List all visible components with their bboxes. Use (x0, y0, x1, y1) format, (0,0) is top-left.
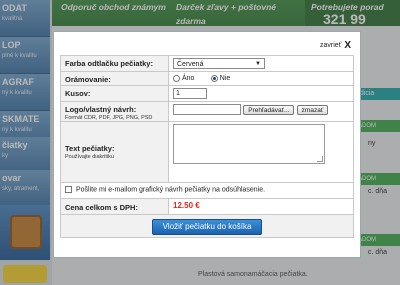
logo-formats-hint: Formát CDR, PDF, JPG, PNG, PSD (65, 115, 153, 121)
actions-cell: Vložiť pečiatku do košíka (60, 214, 354, 238)
email-proof-label: Pošlite mi e-mailom grafický návrh pečia… (76, 186, 266, 194)
frame-field-cell: Áno Nie (168, 71, 354, 86)
total-price: 12.50 € (173, 201, 200, 210)
stamp-text-textarea[interactable] (173, 124, 325, 164)
add-to-cart-button[interactable]: Vložiť pečiatku do košíka (151, 219, 263, 235)
quantity-field-cell: 1 (168, 85, 354, 102)
stamp-form: Farba odtlačku pečiatky: Červená ▼ Orámo… (60, 55, 354, 238)
frame-yes-radio[interactable] (173, 75, 180, 83)
close-icon: X (344, 40, 351, 51)
frame-no-label: Nie (219, 75, 231, 83)
logo-field-cell: Prehľadávať... zmazať (168, 101, 354, 122)
text-field-cell (168, 121, 354, 183)
color-select-value: Červená (177, 61, 204, 68)
logo-label: Logo/vlastný návrh: (65, 105, 137, 114)
close-label: zavrieť (320, 42, 342, 49)
total-label: Cena celkom s DPH: (60, 198, 169, 215)
text-label-cell: Text pečiatky: Používajte diakritiku (60, 121, 169, 183)
frame-no-radio[interactable] (210, 75, 218, 83)
frame-yes-label: Áno (182, 75, 195, 83)
total-cell: 12.50 € (168, 198, 354, 215)
browse-button[interactable]: Prehľadávať... (243, 104, 295, 115)
stamp-config-dialog: zavrieť X Farba odtlačku pečiatky: Červen… (53, 31, 361, 258)
email-option-cell: Pošlite mi e-mailom grafický návrh pečia… (60, 182, 354, 199)
text-label: Text pečiatky: (65, 144, 115, 153)
delete-file-button[interactable]: zmazať (296, 104, 329, 115)
quantity-label: Kusov: (60, 85, 169, 102)
quantity-input[interactable]: 1 (173, 88, 207, 99)
color-select[interactable]: Červená ▼ (173, 58, 265, 69)
frame-label: Orámovanie: (60, 71, 169, 86)
color-label: Farba odtlačku pečiatky: (60, 55, 169, 72)
chevron-down-icon: ▼ (255, 61, 261, 67)
close-button[interactable]: zavrieť X (320, 39, 351, 51)
email-proof-checkbox[interactable] (65, 186, 72, 193)
logo-label-cell: Logo/vlastný návrh: Formát CDR, PDF, JPG… (60, 101, 169, 122)
logo-file-input[interactable] (173, 104, 241, 115)
text-hint: Používajte diakritiku (65, 154, 114, 160)
resize-grip[interactable] (317, 156, 323, 162)
color-field-cell: Červená ▼ (168, 55, 354, 72)
